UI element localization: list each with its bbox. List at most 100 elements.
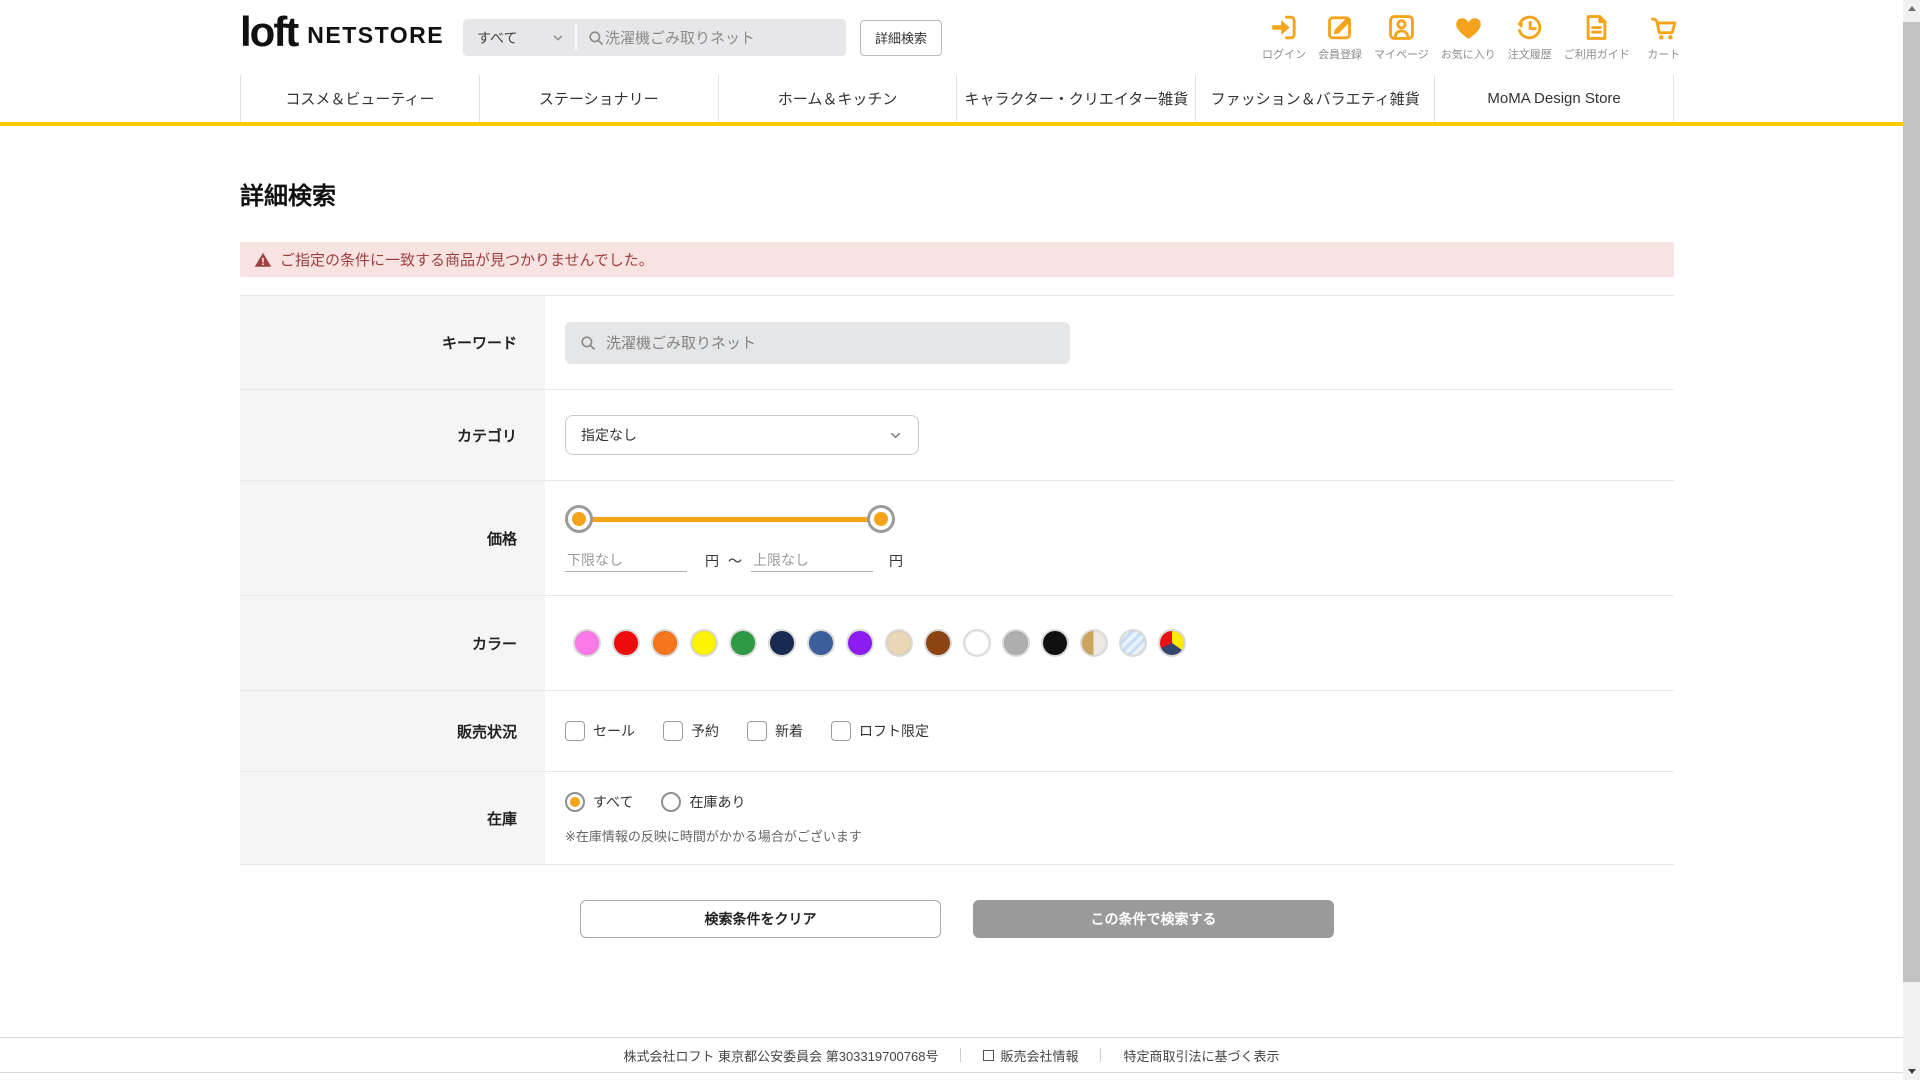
login-label: ログイン: [1262, 49, 1306, 61]
color-swatch-gray[interactable]: [1004, 631, 1028, 655]
color-swatch-brown[interactable]: [926, 631, 950, 655]
footer-divider: [1100, 1048, 1102, 1062]
keyword-input[interactable]: [606, 334, 1026, 351]
header-quick-links: ログイン 会員登録 マイページ お気に入り 注文履歴 ご利用ガイド カート: [1262, 12, 1686, 62]
history-icon: [1517, 15, 1542, 40]
checkbox-reservation[interactable]: 予約: [663, 721, 719, 741]
color-swatch-blue[interactable]: [809, 631, 833, 655]
color-swatch-purple[interactable]: [848, 631, 872, 655]
mypage-label: マイページ: [1374, 49, 1429, 61]
order-history-label: 注文履歴: [1507, 49, 1552, 61]
scrollbar-up-arrow-icon[interactable]: [1903, 0, 1920, 17]
cart-label: カート: [1647, 49, 1681, 61]
cart-link[interactable]: カート: [1642, 12, 1686, 62]
search-icon: [581, 335, 595, 350]
heart-icon: [1455, 18, 1481, 39]
category-select[interactable]: 指定なし: [565, 415, 919, 455]
checkbox-new-arrival[interactable]: 新着: [747, 721, 803, 741]
nav-moma-design-store[interactable]: MoMA Design Store: [1434, 75, 1674, 122]
register-label: 会員登録: [1318, 49, 1362, 61]
chevron-down-icon: [553, 35, 563, 40]
color-swatch-multicolor[interactable]: [1160, 631, 1184, 655]
seller-info-link[interactable]: 販売会社情報: [983, 1046, 1078, 1065]
nav-home-kitchen[interactable]: ホーム＆キッチン: [717, 75, 957, 122]
price-slider-handle-max[interactable]: [867, 505, 895, 533]
checkbox-sale[interactable]: セール: [565, 721, 635, 741]
no-results-alert: ご指定の条件に一致する商品が見つかりませんでした。: [240, 242, 1674, 277]
price-min-input[interactable]: [565, 549, 687, 572]
loft-logo[interactable]: loft NETSTORE: [240, 8, 445, 55]
color-swatch-orange[interactable]: [653, 631, 677, 655]
color-swatch-green[interactable]: [731, 631, 755, 655]
form-row-price: 価格 円 ～: [240, 480, 1674, 595]
reservation-checkbox[interactable]: [663, 721, 683, 741]
form-row-category: カテゴリ 指定なし: [240, 389, 1674, 480]
price-label: 価格: [240, 481, 545, 595]
keyword-label: キーワード: [240, 296, 545, 389]
header: loft NETSTORE すべて 詳細検索: [0, 0, 1920, 75]
nav-character-creator[interactable]: キャラクター・クリエイター雑貨: [956, 75, 1195, 122]
clear-conditions-button[interactable]: 検索条件をクリア: [580, 900, 941, 938]
order-history-link[interactable]: 注文履歴: [1508, 12, 1552, 62]
stock-note: ※在庫情報の反映に時間がかかる場合がございます: [565, 828, 862, 844]
color-swatch-white[interactable]: [965, 631, 989, 655]
login-link[interactable]: ログイン: [1262, 12, 1306, 62]
legal-notice-link[interactable]: 特定商取引法に基づく表示: [1123, 1046, 1279, 1065]
register-link[interactable]: 会員登録: [1318, 12, 1362, 62]
guide-link[interactable]: ご利用ガイド: [1564, 12, 1630, 62]
price-max-unit: 円: [889, 552, 903, 569]
search-category-select[interactable]: すべて: [463, 19, 575, 56]
loft-exclusive-checkbox[interactable]: [831, 721, 851, 741]
sale-checkbox[interactable]: [565, 721, 585, 741]
company-registration-text: 株式会社ロフト 東京都公安委員会 第303319700768号: [623, 1048, 939, 1064]
color-swatch-black[interactable]: [1043, 631, 1067, 655]
form-row-stock: 在庫 すべて 在庫あり ※在庫情報の反映に時間がかかる場合がございます: [240, 771, 1674, 865]
favorite-link[interactable]: お気に入り: [1441, 12, 1496, 62]
color-swatch-gold-silver[interactable]: [1082, 631, 1106, 655]
loft-netstore-advanced-search-page: loft NETSTORE すべて 詳細検索: [0, 0, 1920, 1080]
scrollbar-thumb[interactable]: [1903, 22, 1920, 982]
header-search-box: すべて: [463, 19, 846, 56]
scrollbar-down-arrow-icon[interactable]: [1903, 1063, 1920, 1080]
nav-fashion-variety[interactable]: ファッション＆バラエティ雑貨: [1195, 75, 1434, 122]
storefront-icon: [983, 1049, 995, 1061]
stock-available-radio[interactable]: [661, 791, 682, 812]
search-category-value: すべて: [477, 29, 518, 46]
sale-status-options: セール 予約 新着 ロフト限定: [565, 721, 929, 741]
stock-all-radio[interactable]: [565, 791, 585, 812]
color-swatch-clear[interactable]: [1121, 631, 1145, 655]
cart-icon: [1651, 17, 1677, 40]
no-results-message: ご指定の条件に一致する商品が見つかりませんでした。: [280, 252, 654, 269]
advanced-search-button[interactable]: 詳細検索: [860, 19, 942, 56]
search-with-conditions-button[interactable]: この条件で検索する: [973, 900, 1334, 938]
logo-netstore-text: NETSTORE: [307, 21, 445, 48]
vertical-scrollbar[interactable]: [1903, 0, 1920, 1080]
nav-stationery[interactable]: ステーショナリー: [478, 75, 718, 122]
nav-cosme-beauty[interactable]: コスメ＆ビューティー: [240, 75, 479, 122]
color-swatch-red[interactable]: [614, 631, 638, 655]
price-slider-track[interactable]: [579, 517, 881, 522]
color-swatch-yellow[interactable]: [692, 631, 716, 655]
search-field: [577, 19, 846, 56]
color-swatch-beige[interactable]: [887, 631, 911, 655]
radio-stock-available[interactable]: 在庫あり: [661, 791, 745, 812]
form-actions: 検索条件をクリア この条件で検索する: [240, 900, 1674, 938]
header-search-group: すべて 詳細検索: [463, 19, 942, 56]
color-swatch-navy[interactable]: [770, 631, 794, 655]
logo-brand-text: loft: [240, 8, 299, 55]
mypage-link[interactable]: マイページ: [1374, 12, 1429, 62]
page-title: 詳細検索: [240, 183, 336, 210]
color-swatch-pink[interactable]: [575, 631, 599, 655]
header-search-input[interactable]: [605, 29, 825, 46]
new-arrival-checkbox[interactable]: [747, 721, 767, 741]
mypage-icon: [1388, 15, 1414, 40]
price-inputs: 円 ～ 円: [565, 549, 903, 572]
price-max-input[interactable]: [751, 549, 873, 572]
radio-stock-all[interactable]: すべて: [565, 791, 633, 812]
price-slider-handle-min[interactable]: [565, 505, 593, 533]
sale-status-label: 販売状況: [240, 691, 545, 771]
checkbox-loft-exclusive[interactable]: ロフト限定: [831, 721, 929, 741]
category-label: カテゴリ: [240, 390, 545, 480]
price-range-slider: [565, 504, 895, 534]
favorite-label: お気に入り: [1440, 49, 1496, 61]
